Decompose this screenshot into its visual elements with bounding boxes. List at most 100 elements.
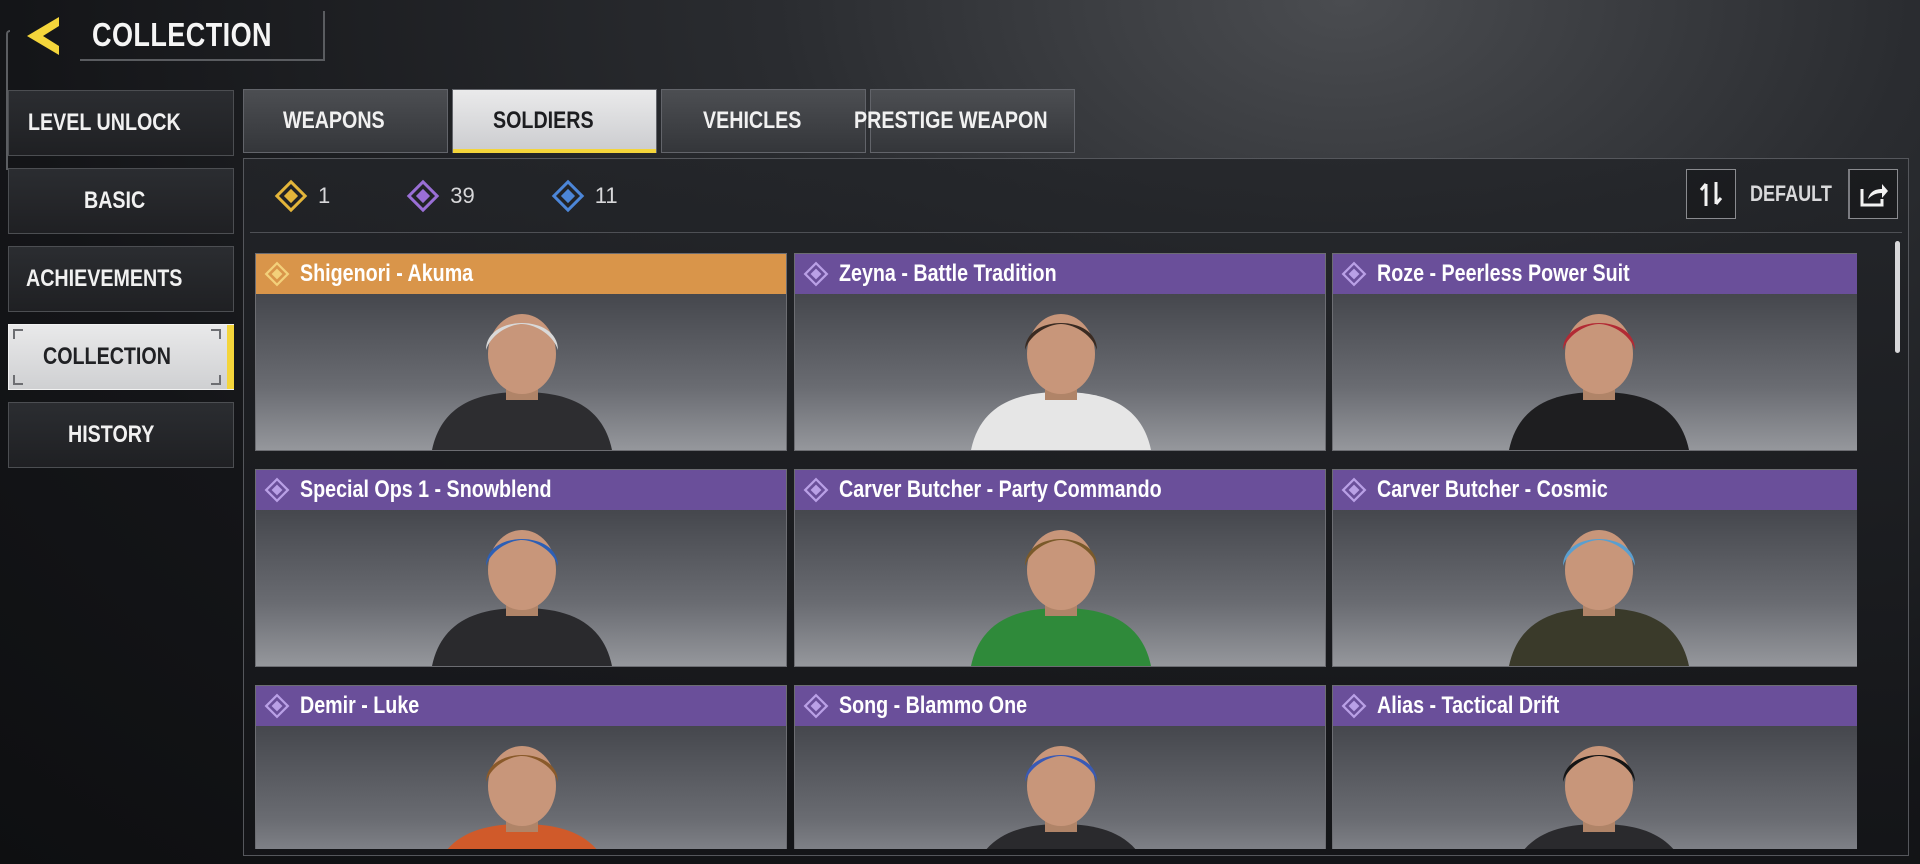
soldier-figure: [971, 530, 1151, 666]
soldier-card[interactable]: Roze - Peerless Power Suit: [1332, 253, 1857, 451]
sort-controls: DEFAULT: [1686, 169, 1898, 219]
soldier-card[interactable]: Song - Blammo One: [794, 685, 1326, 849]
sidebar-item-basic[interactable]: BASIC: [8, 168, 234, 234]
soldier-card[interactable]: Alias - Tactical Drift: [1332, 685, 1857, 849]
tab-label: SOLDIERS: [493, 107, 594, 134]
soldier-figure: [1524, 746, 1674, 849]
legendary-diamond-icon: [274, 179, 308, 212]
card-name: Special Ops 1 - Snowblend: [300, 476, 552, 503]
soldier-figure: [432, 314, 612, 450]
card-header: Carver Butcher - Cosmic: [1333, 470, 1857, 510]
corner-decoration: [211, 375, 221, 385]
tab-weapons[interactable]: WEAPONS: [243, 89, 448, 153]
soldier-card[interactable]: Shigenori - Akuma: [255, 253, 787, 451]
soldier-portrait: [256, 726, 786, 849]
sidebar-item-label: COLLECTION: [43, 343, 171, 370]
soldier-grid: Shigenori - Akuma Zeyna - Battle Traditio…: [255, 253, 1857, 849]
soldier-figure: [1509, 314, 1689, 450]
soldier-portrait: [1333, 294, 1857, 450]
sidebar-item-label: BASIC: [83, 187, 145, 214]
back-arrow-icon: [27, 17, 59, 55]
tab-vehicles[interactable]: VEHICLES: [661, 89, 866, 153]
epic-diamond-icon: [1341, 693, 1367, 719]
rare-diamond-icon: [551, 179, 584, 212]
soldier-card[interactable]: Special Ops 1 - Snowblend: [255, 469, 787, 667]
category-tabs: WEAPONS SOLDIERS VEHICLES PRESTIGE WEAPO…: [243, 89, 1075, 153]
corner-decoration: [211, 329, 221, 339]
epic-diamond-icon: [264, 477, 290, 503]
soldier-card[interactable]: Zeyna - Battle Tradition: [794, 253, 1326, 451]
rare-count: 11: [594, 182, 618, 208]
card-header: Shigenori - Akuma: [256, 254, 786, 294]
sort-button[interactable]: [1686, 169, 1736, 219]
epic-diamond-icon: [803, 693, 829, 719]
card-header: Roze - Peerless Power Suit: [1333, 254, 1857, 294]
epic-diamond-icon: [803, 261, 829, 287]
card-header: Special Ops 1 - Snowblend: [256, 470, 786, 510]
share-icon: [1860, 184, 1888, 207]
card-name: Carver Butcher - Party Commando: [839, 476, 1162, 503]
legendary-diamond-icon: [264, 261, 290, 287]
sort-arrows-icon: [1699, 182, 1723, 206]
soldier-figure: [447, 746, 597, 849]
epic-counter: 39: [406, 179, 475, 213]
sidebar-item-label: LEVEL UNLOCK: [27, 109, 181, 136]
epic-diamond-icon: [406, 179, 440, 212]
card-name: Alias - Tactical Drift: [1377, 692, 1560, 719]
sidebar-item-level-unlock[interactable]: LEVEL UNLOCK: [8, 90, 234, 156]
soldier-portrait: [1333, 726, 1857, 849]
header-title-box: COLLECTION: [80, 11, 326, 61]
rare-counter: 11: [551, 179, 618, 213]
soldier-portrait: [795, 294, 1325, 450]
epic-diamond-icon: [803, 477, 829, 503]
tab-label: VEHICLES: [703, 107, 802, 134]
rarity-toolbar: 1 39 11 DEFAULT: [250, 159, 1902, 233]
card-header: Zeyna - Battle Tradition: [795, 254, 1325, 294]
card-name: Demir - Luke: [300, 692, 420, 719]
corner-decoration: [13, 375, 23, 385]
sidebar-item-achievements[interactable]: ACHIEVEMENTS: [8, 246, 234, 312]
card-header: Demir - Luke: [256, 686, 786, 726]
collection-panel: 1 39 11 DEFAULT Shigenori - Akuma Zeyna …: [243, 158, 1909, 856]
soldier-card[interactable]: Carver Butcher - Cosmic: [1332, 469, 1857, 667]
sidebar-item-label: ACHIEVEMENTS: [25, 265, 183, 292]
soldier-figure: [971, 314, 1151, 450]
epic-count: 39: [450, 182, 475, 208]
soldier-card[interactable]: Carver Butcher - Party Commando: [794, 469, 1326, 667]
epic-diamond-icon: [1341, 261, 1367, 287]
card-header: Alias - Tactical Drift: [1333, 686, 1857, 726]
soldier-portrait: [795, 510, 1325, 666]
soldier-figure: [986, 746, 1136, 849]
sort-label: DEFAULT: [1750, 181, 1832, 206]
epic-diamond-icon: [264, 693, 290, 719]
soldier-card[interactable]: Demir - Luke: [255, 685, 787, 849]
soldier-portrait: [256, 510, 786, 666]
epic-diamond-icon: [1341, 477, 1367, 503]
soldier-figure: [1509, 530, 1689, 666]
scrollbar[interactable]: [1895, 241, 1900, 353]
legendary-count: 1: [318, 182, 331, 208]
card-name: Zeyna - Battle Tradition: [839, 260, 1057, 287]
soldier-portrait: [795, 726, 1325, 849]
page-title: COLLECTION: [92, 16, 272, 53]
sidebar-item-label: HISTORY: [68, 421, 155, 448]
tab-prestige-weapon[interactable]: PRESTIGE WEAPON: [854, 89, 1075, 153]
sidebar-item-history[interactable]: HISTORY: [8, 402, 234, 468]
sidebar-item-collection[interactable]: COLLECTION: [8, 324, 234, 390]
soldier-portrait: [1333, 510, 1857, 666]
corner-decoration: [13, 329, 23, 339]
soldier-portrait: [256, 294, 786, 450]
back-button[interactable]: [14, 10, 74, 62]
tab-label: WEAPONS: [283, 107, 386, 134]
soldier-figure: [432, 530, 612, 666]
card-name: Roze - Peerless Power Suit: [1377, 260, 1630, 287]
card-name: Carver Butcher - Cosmic: [1377, 476, 1608, 503]
share-button[interactable]: [1848, 169, 1898, 219]
card-header: Carver Butcher - Party Commando: [795, 470, 1325, 510]
card-name: Song - Blammo One: [839, 692, 1028, 719]
header: COLLECTION: [14, 10, 326, 62]
legendary-counter: 1: [274, 179, 330, 213]
tab-label: PRESTIGE WEAPON: [854, 107, 1049, 134]
sidebar: LEVEL UNLOCK BASIC ACHIEVEMENTS COLLECTI…: [8, 90, 234, 480]
tab-soldiers[interactable]: SOLDIERS: [452, 89, 657, 153]
